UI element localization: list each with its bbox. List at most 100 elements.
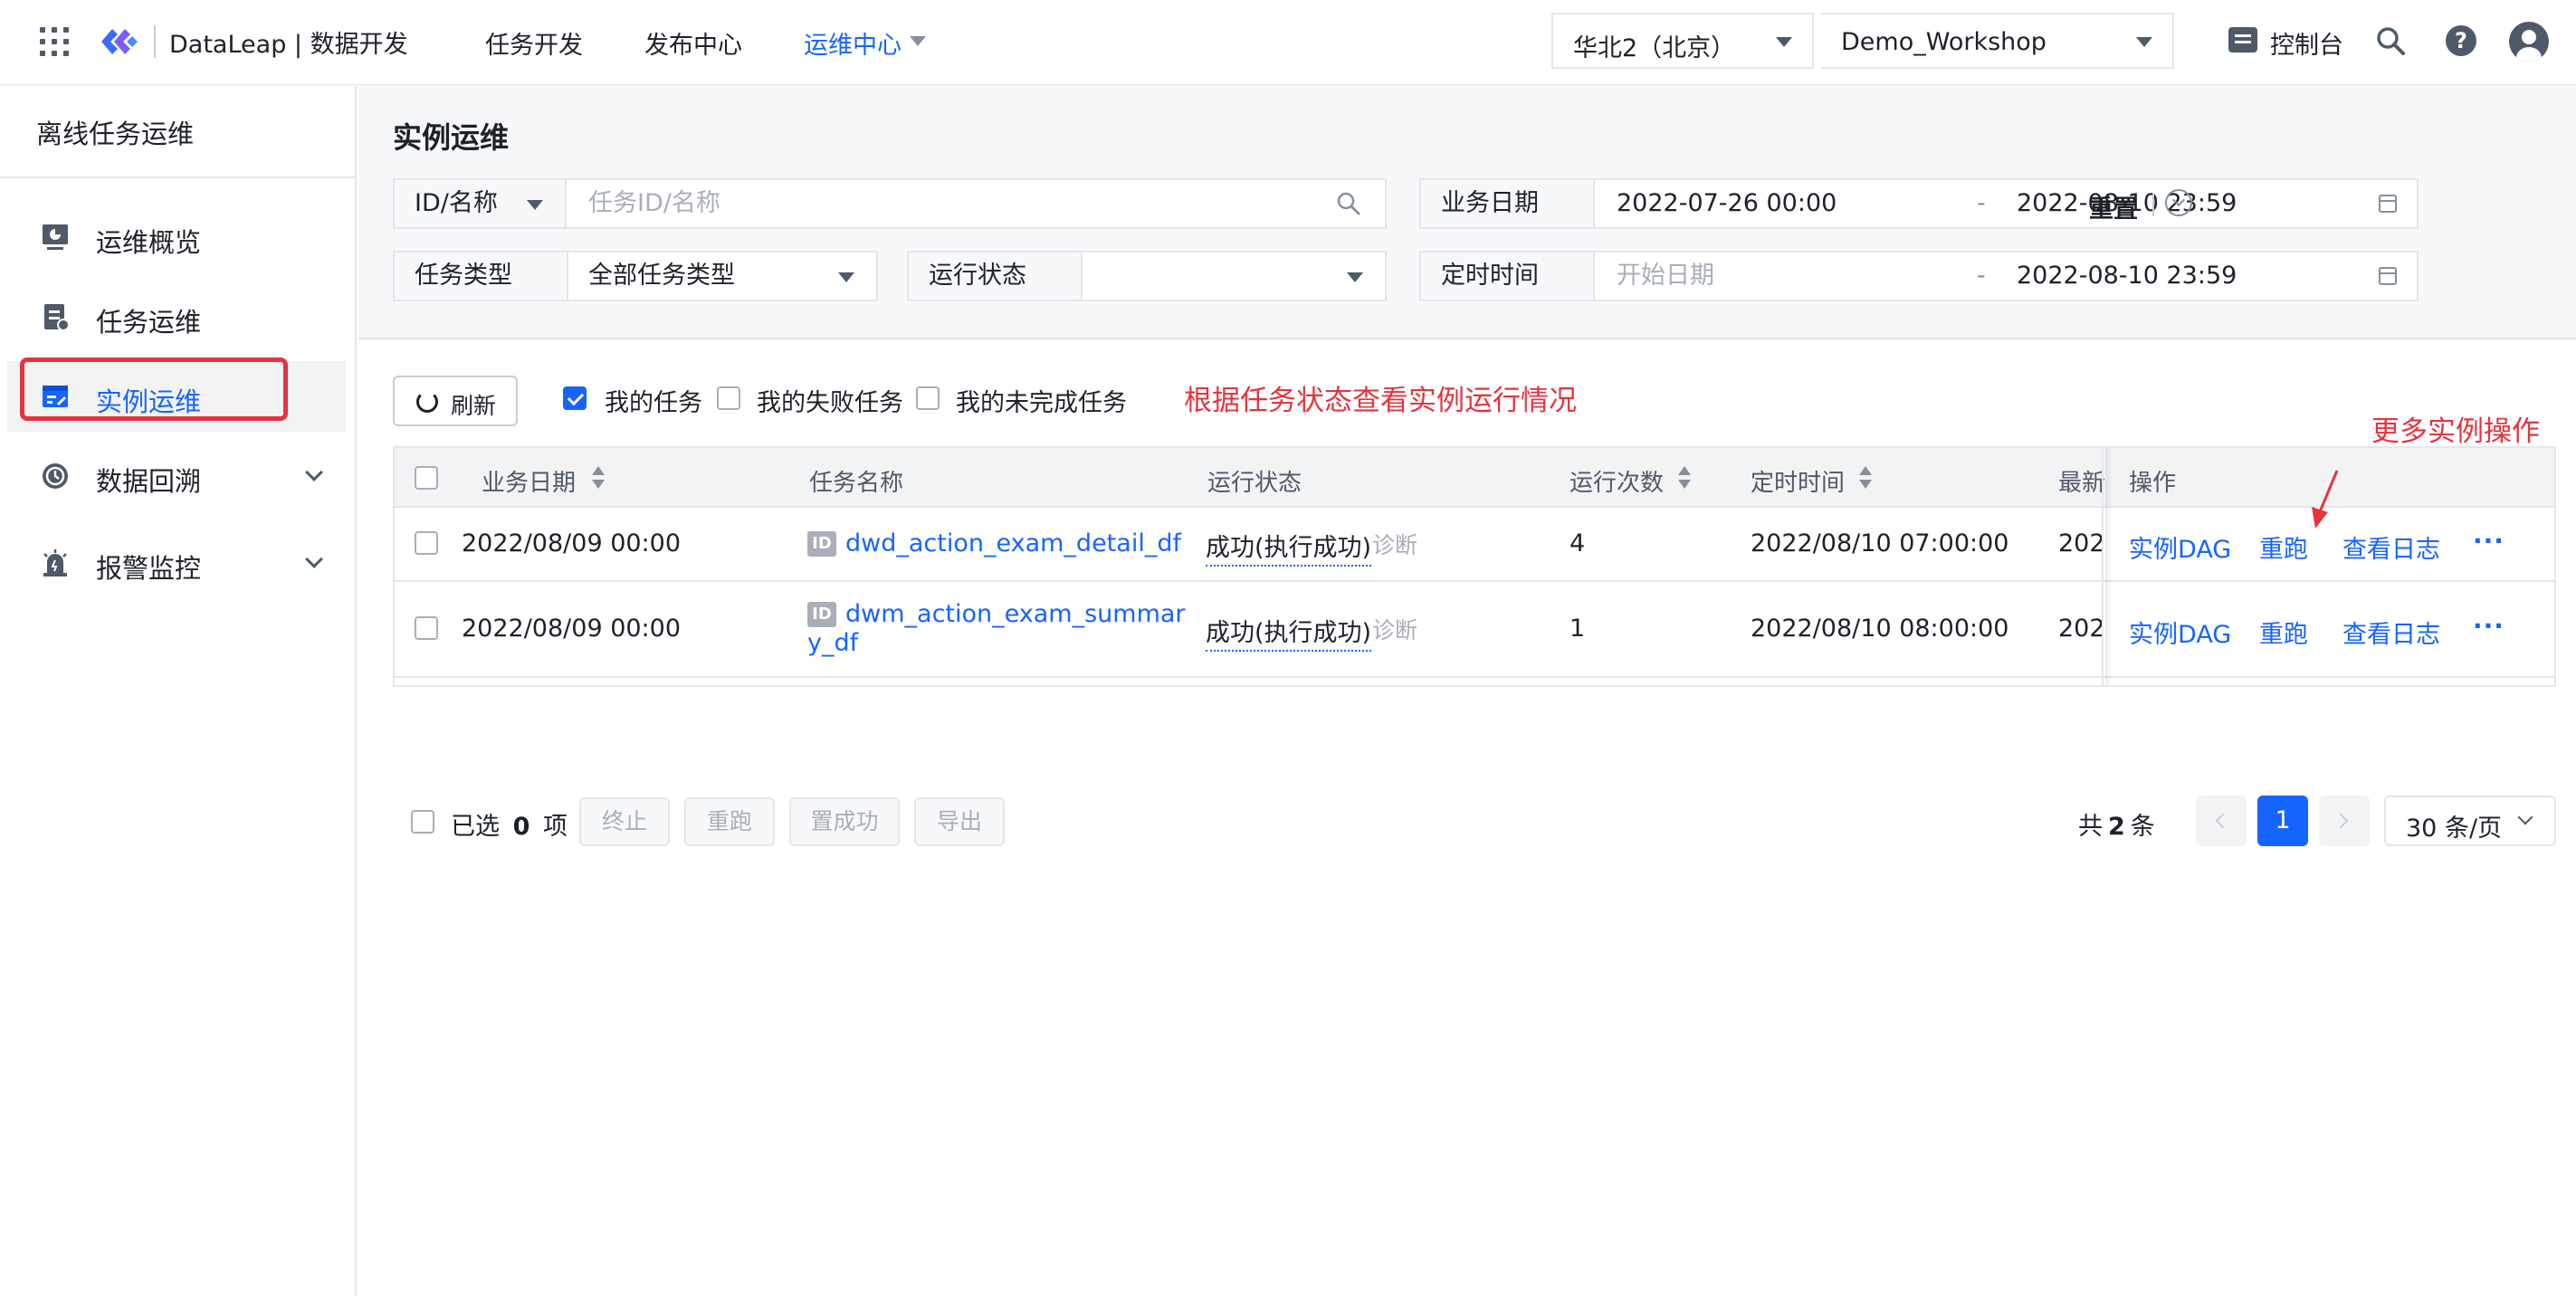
refresh-button[interactable]: 刷新	[393, 376, 518, 426]
view-log-link[interactable]: 查看日志	[2342, 529, 2440, 565]
select-all-checkbox[interactable]	[415, 466, 438, 490]
my-failed-tasks-label[interactable]: 我的失败任务	[757, 383, 903, 418]
prev-page-button[interactable]	[2196, 796, 2247, 846]
task-name-link-continued[interactable]: y_df	[807, 629, 858, 657]
search-icon[interactable]	[2375, 25, 2406, 56]
calendar-icon[interactable]	[2379, 267, 2397, 285]
more-actions-icon[interactable]: ···	[2473, 611, 2504, 641]
region-value: 华北2（北京）	[1573, 34, 1736, 62]
nav-ops-chevron-down-icon[interactable]	[910, 36, 926, 46]
help-icon[interactable]: ?	[2446, 25, 2476, 56]
sort-icon[interactable]	[1859, 466, 1872, 491]
task-type-chevron-down-icon[interactable]	[838, 272, 854, 282]
sidebar-item-task-ops[interactable]: 任务运维	[7, 281, 346, 352]
sort-icon[interactable]	[592, 466, 605, 491]
selected-count-value: 0	[512, 813, 530, 841]
console-link[interactable]: 控制台	[2270, 25, 2343, 61]
my-failed-tasks-checkbox[interactable]	[717, 386, 740, 410]
run-status-value[interactable]: 成功(执行成功)	[1206, 528, 1372, 567]
row-schedule-time: 2022/08/10 07:00:00	[1751, 529, 2009, 557]
row-checkbox[interactable]	[415, 531, 438, 555]
id-name-chevron-down-icon	[527, 200, 543, 210]
view-log-link[interactable]: 查看日志	[2342, 615, 2440, 650]
page-size-select[interactable]: 30 条/页	[2384, 796, 2556, 846]
search-icon[interactable]	[1336, 191, 1361, 216]
dashboard-icon	[43, 224, 68, 250]
chevron-down-icon[interactable]	[305, 463, 323, 481]
region-select[interactable]: 华北2（北京）	[1551, 13, 1814, 69]
console-icon[interactable]	[2228, 27, 2257, 52]
col-biz-date[interactable]: 业务日期	[482, 464, 576, 498]
rerun-link[interactable]: 重跑	[2259, 529, 2308, 565]
run-status-chevron-down-icon[interactable]	[1347, 272, 1363, 282]
refresh-label: 刷新	[451, 393, 497, 419]
top-navigation-bar: DataLeap | 数据开发 任务开发 发布中心 运维中心 华北2（北京） D…	[0, 0, 2576, 85]
nav-task-development[interactable]: 任务开发	[485, 25, 583, 61]
batch-rerun-button[interactable]: 重跑	[684, 797, 775, 846]
status-annotation: 根据任务状态查看实例运行情况	[1184, 385, 1577, 417]
my-tasks-label[interactable]: 我的任务	[605, 383, 702, 418]
instance-dag-link[interactable]: 实例DAG	[2129, 615, 2231, 650]
set-success-button[interactable]: 置成功	[789, 797, 900, 846]
my-tasks-checkbox[interactable]	[563, 386, 587, 410]
sidebar-item-label: 报警监控	[96, 553, 202, 584]
collapse-filter-icon[interactable]	[2165, 189, 2192, 216]
col-run-count[interactable]: 运行次数	[1569, 464, 1664, 498]
table-header: 业务日期 任务名称 运行状态 运行次数 定时时间 最新 操作	[395, 448, 2554, 508]
total-suffix: 条	[2130, 813, 2155, 841]
row-schedule-time: 2022/08/10 08:00:00	[1751, 615, 2009, 643]
sidebar-item-alarm-monitor[interactable]: 报警监控	[7, 528, 346, 598]
user-avatar-icon[interactable]	[2509, 22, 2549, 62]
calendar-icon[interactable]	[2379, 195, 2397, 213]
schedule-time-filter: 定时时间 开始日期 - 2022-08-10 23:59	[1419, 251, 2419, 301]
id-name-filter: ID/名称 任务ID/名称	[393, 178, 1387, 229]
run-status-value[interactable]: 成功(执行成功)	[1206, 613, 1372, 652]
sidebar-item-label: 运维概览	[96, 227, 202, 258]
diagnose-link[interactable]: 诊断	[1372, 613, 1417, 645]
diagnose-link[interactable]: 诊断	[1372, 528, 1417, 560]
reset-button[interactable]: 重置	[2089, 189, 2138, 224]
project-select[interactable]: Demo_Workshop	[1821, 13, 2174, 69]
dataleap-logo[interactable]	[98, 24, 141, 60]
sort-icon[interactable]	[1678, 466, 1691, 491]
next-page-button[interactable]	[2319, 796, 2370, 846]
batch-select-checkbox[interactable]	[411, 810, 434, 834]
row-checkbox[interactable]	[415, 616, 438, 640]
schedule-time-label: 定时时间	[1421, 253, 1595, 300]
project-chevron-down-icon	[2136, 37, 2152, 47]
sidebar-item-label: 数据回溯	[96, 466, 202, 497]
sidebar-highlight-box	[20, 357, 288, 421]
id-badge-icon: ID	[807, 531, 836, 557]
more-actions-icon[interactable]: ···	[2473, 526, 2504, 556]
page-1-button[interactable]: 1	[2257, 796, 2308, 846]
schedule-start-input[interactable]: 开始日期	[1617, 253, 1714, 300]
task-type-select[interactable]: 全部任务类型	[588, 253, 735, 300]
my-unfinished-tasks-label[interactable]: 我的未完成任务	[956, 383, 1127, 418]
nav-ops-center[interactable]: 运维中心	[804, 25, 902, 61]
biz-date-start[interactable]: 2022-07-26 00:00	[1617, 180, 1837, 227]
sidebar-item-data-backfill[interactable]: 数据回溯	[7, 441, 346, 511]
sidebar: 离线任务运维 运维概览 任务运维 实例运维 数据回溯 报警监控	[0, 86, 357, 1296]
export-button[interactable]: 导出	[914, 797, 1005, 846]
task-name-link[interactable]: dwm_action_exam_summar	[845, 600, 1186, 628]
apps-grid-icon[interactable]	[40, 27, 69, 56]
col-schedule-time[interactable]: 定时时间	[1751, 464, 1845, 498]
region-chevron-down-icon	[1776, 37, 1792, 47]
nav-release-center[interactable]: 发布中心	[644, 25, 742, 61]
col-latest: 最新	[2058, 470, 2105, 497]
instance-dag-link[interactable]: 实例DAG	[2129, 529, 2231, 565]
sidebar-item-ops-overview[interactable]: 运维概览	[7, 202, 346, 272]
range-separator: -	[1977, 262, 1986, 290]
rerun-link[interactable]: 重跑	[2259, 615, 2308, 650]
biz-date-filter: 业务日期 2022-07-26 00:00 - 2022-08-10 23:59	[1419, 178, 2419, 229]
main-content: 实例运维 ID/名称 任务ID/名称 业务日期 2022-07-26 00:00…	[358, 86, 2576, 1296]
task-name-link[interactable]: dwd_action_exam_detail_df	[845, 529, 1181, 557]
chevron-down-icon[interactable]	[305, 550, 323, 568]
my-unfinished-tasks-checkbox[interactable]	[916, 386, 940, 410]
search-input[interactable]: 任务ID/名称	[588, 180, 720, 227]
stop-button[interactable]: 终止	[579, 797, 670, 846]
schedule-end-input[interactable]: 2022-08-10 23:59	[2017, 253, 2237, 300]
total-prefix: 共	[2078, 813, 2103, 841]
row-biz-date: 2022/08/09 00:00	[462, 529, 682, 557]
id-name-select[interactable]: ID/名称	[395, 180, 567, 227]
